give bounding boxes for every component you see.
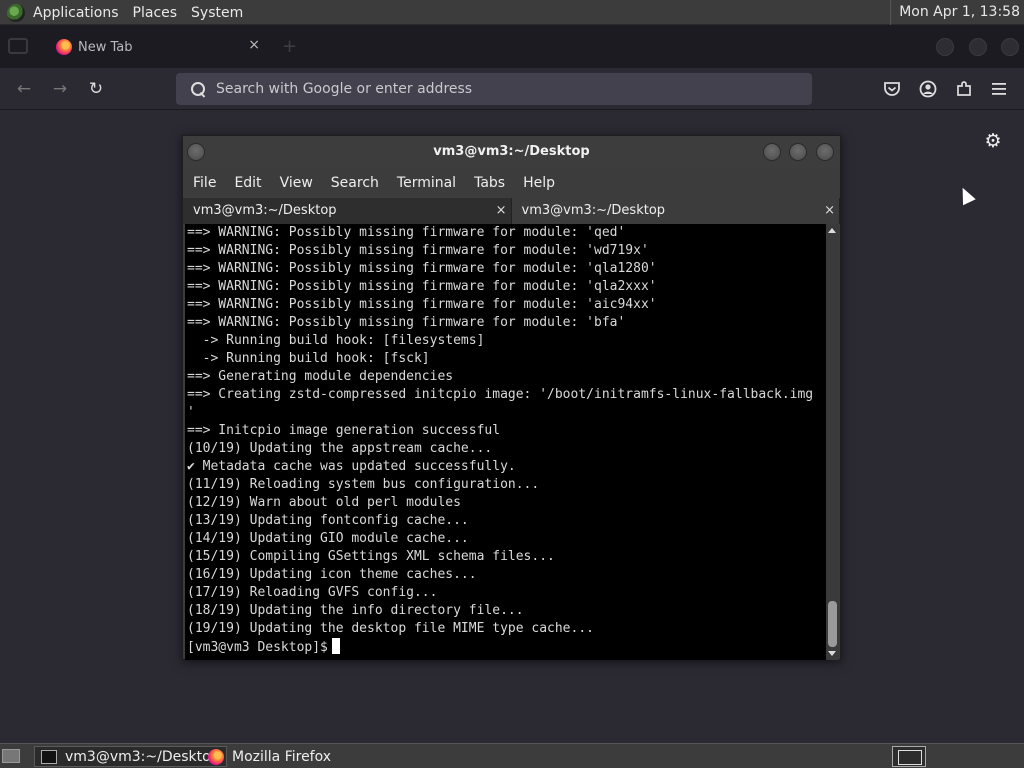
terminal-line: (10/19) Updating the appstream cache...: [187, 441, 493, 456]
clock[interactable]: Mon Apr 1, 13:58: [890, 0, 1020, 25]
tab-close-icon[interactable]: ×: [248, 37, 260, 53]
taskbar-item-label: Mozilla Firefox: [232, 748, 332, 765]
terminal-tab-bar: vm3@vm3:~/Desktop × vm3@vm3:~/Desktop ×: [183, 198, 840, 224]
terminal-line: ==> WARNING: Possibly missing firmware f…: [187, 225, 626, 240]
terminal-tab-close-icon[interactable]: ×: [824, 198, 835, 224]
terminal-line: (17/19) Reloading GVFS config...: [187, 585, 438, 600]
menu-tabs[interactable]: Tabs: [474, 175, 505, 191]
extensions-icon[interactable]: [955, 80, 973, 98]
terminal-line: ': [187, 405, 195, 420]
terminal-line: (14/19) Updating GIO module cache...: [187, 531, 469, 546]
terminal-line: (13/19) Updating fontconfig cache...: [187, 513, 469, 528]
menu-help[interactable]: Help: [523, 175, 555, 191]
account-icon[interactable]: [919, 80, 937, 98]
top-panel: Applications Places System Mon Apr 1, 13…: [0, 0, 1024, 25]
terminal-line: ==> WARNING: Possibly missing firmware f…: [187, 279, 657, 294]
search-icon: [190, 81, 206, 97]
firefox-nav-bar: ← → ↻: [0, 68, 1024, 110]
terminal-tab-close-icon[interactable]: ×: [496, 198, 507, 224]
url-input[interactable]: [216, 81, 776, 97]
terminal-output[interactable]: ==> WARNING: Possibly missing firmware f…: [185, 224, 826, 660]
terminal-line: ==> Initcpio image generation successful: [187, 423, 501, 438]
scroll-up-arrow-icon[interactable]: [828, 228, 836, 233]
window-menu-button[interactable]: [187, 143, 205, 161]
menu-edit[interactable]: Edit: [234, 175, 261, 191]
terminal-menubar: File Edit View Search Terminal Tabs Help: [183, 168, 840, 198]
terminal-prompt[interactable]: [vm3@vm3 Desktop]$: [185, 638, 826, 657]
maximize-button[interactable]: [969, 38, 987, 56]
workspace-switcher[interactable]: [892, 746, 926, 767]
terminal-line: (11/19) Reloading system bus configurati…: [187, 477, 540, 492]
menu-search[interactable]: Search: [331, 175, 379, 191]
menu-system[interactable]: System: [189, 5, 251, 21]
firefox-icon: [208, 748, 224, 765]
taskbar-item-label: vm3@vm3:~/Desktop: [65, 748, 220, 765]
hamburger-menu-icon[interactable]: [991, 81, 1007, 97]
terminal-line: ==> Generating module dependencies: [187, 369, 454, 384]
menu-terminal[interactable]: Terminal: [397, 175, 456, 191]
reload-button[interactable]: ↻: [83, 76, 109, 102]
terminal-line: ✔ Metadata cache was updated successfull…: [187, 459, 516, 474]
terminal-scrollbar[interactable]: [826, 224, 839, 660]
firefox-view-icon[interactable]: [8, 38, 28, 54]
terminal-tab-label: vm3@vm3:~/Desktop: [521, 203, 666, 218]
menu-places[interactable]: Places: [131, 5, 186, 21]
taskbar-item-firefox[interactable]: Mozilla Firefox: [202, 746, 337, 767]
text-cursor: [331, 638, 340, 654]
menu-view[interactable]: View: [280, 175, 313, 191]
terminal-line: ==> WARNING: Possibly missing firmware f…: [187, 243, 649, 258]
browser-tab-title: New Tab: [78, 39, 133, 55]
terminal-titlebar[interactable]: vm3@vm3:~/Desktop: [183, 136, 840, 168]
terminal-tab[interactable]: vm3@vm3:~/Desktop ×: [183, 198, 512, 224]
terminal-line: -> Running build hook: [filesystems]: [187, 333, 485, 348]
pocket-icon[interactable]: [883, 80, 901, 98]
terminal-line: (16/19) Updating icon theme caches...: [187, 567, 477, 582]
panel-menus: Applications Places System: [0, 0, 255, 25]
bottom-taskbar: vm3@vm3:~/Desktop Mozilla Firefox: [0, 743, 1024, 768]
new-tab-button[interactable]: +: [282, 36, 297, 57]
url-bar[interactable]: [176, 73, 812, 105]
terminal-line: -> Running build hook: [fsck]: [187, 351, 430, 366]
scrollbar-thumb[interactable]: [828, 601, 837, 647]
terminal-line: (12/19) Warn about old perl modules: [187, 495, 461, 510]
close-window-button[interactable]: [1001, 38, 1019, 56]
terminal-line: (19/19) Updating the desktop file MIME t…: [187, 621, 594, 636]
terminal-title: vm3@vm3:~/Desktop: [433, 144, 590, 159]
forward-button[interactable]: →: [47, 76, 73, 102]
firefox-icon: [56, 39, 72, 55]
prompt-text: [vm3@vm3 Desktop]$: [187, 640, 328, 655]
menu-applications[interactable]: Applications: [31, 5, 127, 21]
terminal-tab-active[interactable]: vm3@vm3:~/Desktop ×: [511, 198, 840, 224]
terminal-tab-label: vm3@vm3:~/Desktop: [193, 203, 337, 218]
scroll-down-arrow-icon[interactable]: [828, 651, 836, 656]
terminal-line: ==> WARNING: Possibly missing firmware f…: [187, 315, 626, 330]
terminal-line: ==> Creating zstd-compressed initcpio im…: [187, 387, 814, 402]
terminal-icon: [41, 749, 57, 764]
distro-logo-icon[interactable]: [7, 3, 25, 22]
terminal-line: (15/19) Compiling GSettings XML schema f…: [187, 549, 555, 564]
browser-tab[interactable]: New Tab ×: [46, 32, 268, 62]
terminal-line: ==> WARNING: Possibly missing firmware f…: [187, 297, 657, 312]
minimize-button[interactable]: [936, 38, 954, 56]
taskbar-item-terminal[interactable]: vm3@vm3:~/Desktop: [34, 746, 227, 767]
terminal-window: vm3@vm3:~/Desktop File Edit View Search …: [182, 135, 841, 660]
firefox-tab-bar: New Tab × +: [0, 25, 1024, 68]
terminal-lines: ==> WARNING: Possibly missing firmware f…: [185, 224, 826, 638]
terminal-close-button[interactable]: [816, 143, 834, 161]
terminal-line: ==> WARNING: Possibly missing firmware f…: [187, 261, 657, 276]
menu-file[interactable]: File: [193, 175, 216, 191]
terminal-maximize-button[interactable]: [789, 143, 807, 161]
back-button[interactable]: ←: [11, 76, 37, 102]
terminal-line: (18/19) Updating the info directory file…: [187, 603, 524, 618]
terminal-minimize-button[interactable]: [763, 143, 781, 161]
show-desktop-icon[interactable]: [2, 749, 20, 763]
settings-gear-icon[interactable]: ⚙: [982, 130, 1004, 152]
